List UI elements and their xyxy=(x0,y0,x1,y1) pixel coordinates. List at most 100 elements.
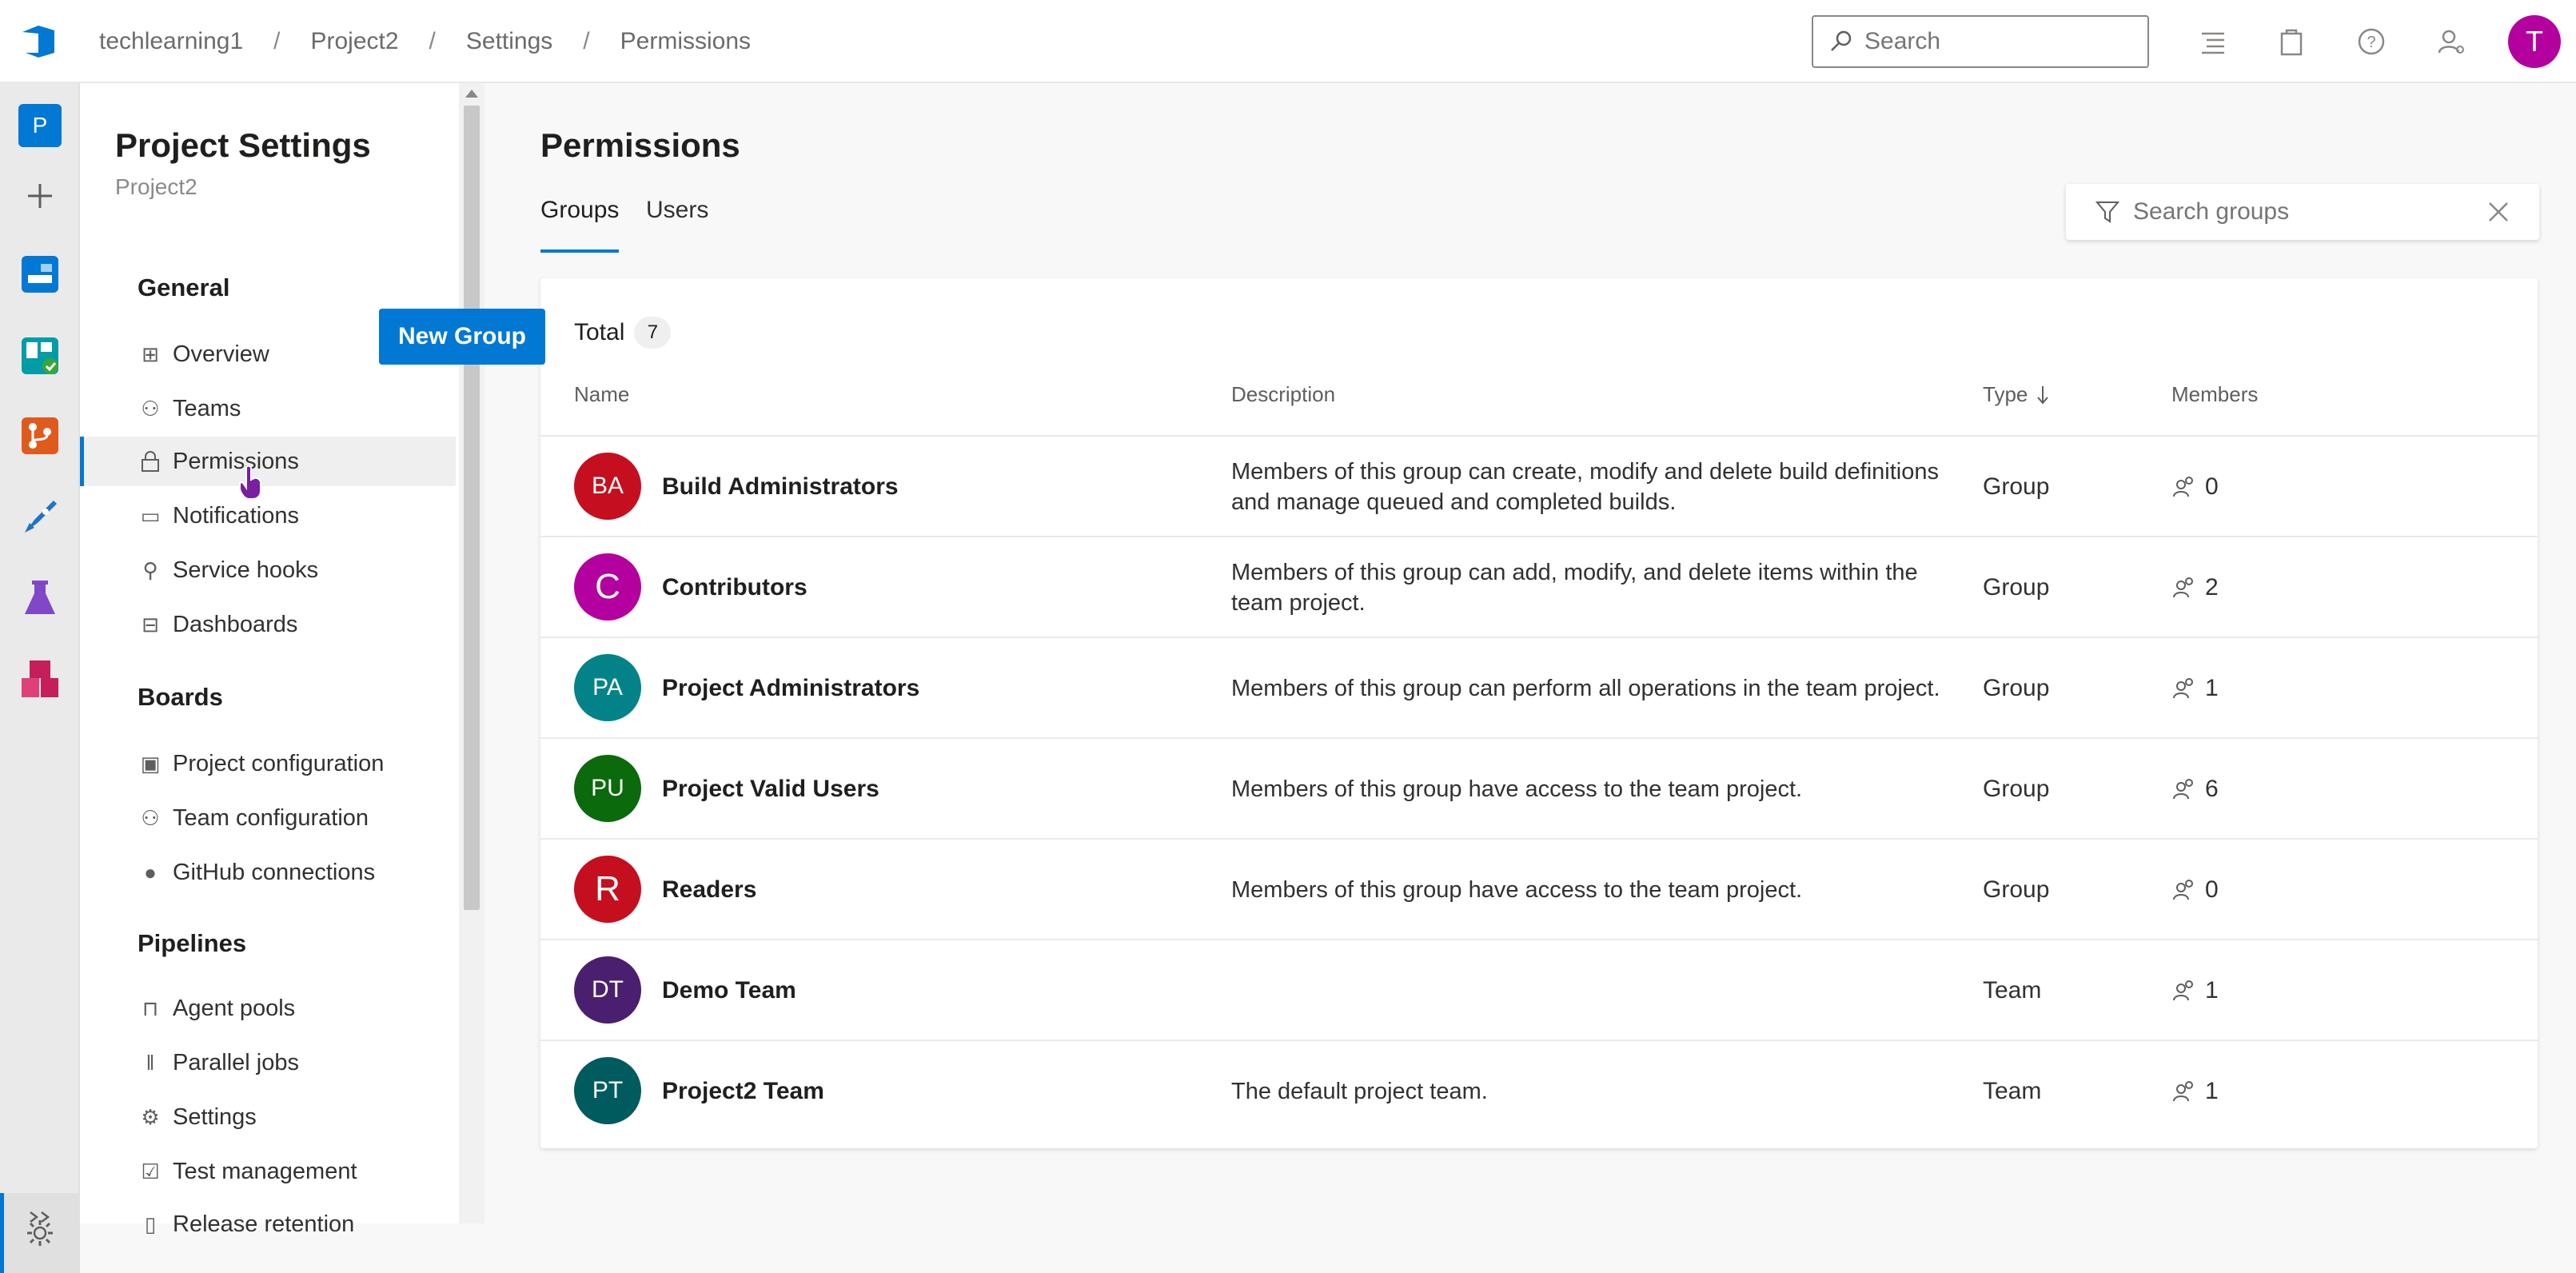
sidebar-item-label: Service hooks xyxy=(173,557,319,583)
members-icon xyxy=(2173,880,2193,900)
expand-chevron-icon[interactable] xyxy=(27,1211,53,1223)
agent-pools-icon: ⊓ xyxy=(142,996,159,1020)
new-group-button[interactable]: New Group xyxy=(379,309,545,365)
sidebar-item-label: Teams xyxy=(173,395,241,421)
members-icon xyxy=(2173,477,2193,497)
group-name[interactable]: Project Administrators xyxy=(662,638,919,739)
add-icon[interactable] xyxy=(18,174,62,217)
group-description xyxy=(1231,940,1951,1041)
sidebar-item-label: Settings xyxy=(173,1103,257,1130)
project-settings-rail-item[interactable] xyxy=(0,1193,80,1273)
main-content: Permissions Groups Users Search groups T… xyxy=(239,83,2576,1223)
group-members: 1 xyxy=(2171,940,2219,1041)
boards-icon[interactable] xyxy=(18,334,62,377)
members-count: 1 xyxy=(2205,1078,2219,1104)
group-name[interactable]: Build Administrators xyxy=(662,437,899,537)
search-box[interactable]: Search xyxy=(1812,15,2149,68)
close-icon[interactable] xyxy=(2486,200,2510,224)
test-plans-icon[interactable] xyxy=(18,577,62,621)
breadcrumb-organization[interactable]: techlearning1 xyxy=(99,28,243,55)
repos-icon[interactable] xyxy=(18,414,62,457)
members-count: 1 xyxy=(2205,675,2219,701)
total-label: Total xyxy=(574,319,625,345)
section-boards: Boards xyxy=(138,683,223,711)
filter-icon xyxy=(2095,202,2120,223)
group-avatar: DT xyxy=(574,956,641,1024)
user-settings-icon[interactable] xyxy=(2435,26,2467,58)
scroll-up-arrow-icon[interactable] xyxy=(465,90,478,98)
table-row[interactable]: PU Project Valid Users Members of this gro… xyxy=(540,737,2538,838)
table-row[interactable]: C Contributors Members of this group can a… xyxy=(540,536,2538,636)
total-count: Total 7 xyxy=(574,317,672,349)
gear-icon: ⚙ xyxy=(141,1104,160,1129)
left-nav-rail: P xyxy=(0,83,80,1273)
table-row[interactable]: DT Demo Team Team 1 xyxy=(540,939,2538,1040)
group-members: 0 xyxy=(2171,437,2219,537)
sort-descending-icon xyxy=(2037,385,2049,405)
section-general: General xyxy=(138,273,230,301)
tab-users[interactable]: Users xyxy=(646,197,708,253)
sidebar-subtitle: Project2 xyxy=(115,174,197,199)
group-name[interactable]: Demo Team xyxy=(662,940,796,1041)
members-icon xyxy=(2173,577,2193,598)
group-description: Members of this group have access to the… xyxy=(1231,877,1803,903)
table-row[interactable]: PT Project2 Team The default project team.… xyxy=(540,1040,2538,1140)
service-hooks-icon: ⚲ xyxy=(142,557,158,582)
column-header-name[interactable]: Name xyxy=(574,382,629,407)
group-description: Members of this group can create, modify… xyxy=(1231,459,1939,515)
top-bar: techlearning1 / Project2 / Settings / Pe… xyxy=(0,0,2576,83)
group-avatar: PA xyxy=(574,654,641,721)
breadcrumb-settings[interactable]: Settings xyxy=(466,28,552,55)
groups-table-card: Total 7 New Group Name Description Type … xyxy=(379,278,2538,1148)
breadcrumb-project[interactable]: Project2 xyxy=(310,28,398,55)
group-type: Team xyxy=(1983,977,2042,1004)
scrollbar-thumb[interactable] xyxy=(464,106,480,910)
sidebar-item-permissions[interactable]: Permissions xyxy=(80,437,456,486)
column-header-members[interactable]: Members xyxy=(2171,382,2258,407)
breadcrumb-permissions[interactable]: Permissions xyxy=(620,28,751,55)
total-count-badge: 7 xyxy=(634,317,672,349)
sidebar-item-label: Project configuration xyxy=(173,750,385,776)
help-icon[interactable]: ? xyxy=(2355,26,2387,58)
group-name[interactable]: Readers xyxy=(662,840,756,940)
overview-icon[interactable] xyxy=(18,253,62,296)
notification-icon: ▭ xyxy=(140,503,161,528)
group-description: Members of this group can add, modify, a… xyxy=(1231,560,1918,616)
members-count: 0 xyxy=(2205,876,2219,903)
members-count: 2 xyxy=(2205,574,2219,601)
column-header-description[interactable]: Description xyxy=(1231,382,1335,407)
group-name[interactable]: Contributors xyxy=(662,537,807,638)
section-pipelines: Pipelines xyxy=(138,929,247,957)
table-row[interactable]: R Readers Members of this group have acces… xyxy=(540,838,2538,939)
group-members: 2 xyxy=(2171,537,2219,638)
group-name[interactable]: Project2 Team xyxy=(662,1041,824,1142)
sidebar-item-label: Overview xyxy=(173,341,269,367)
members-icon xyxy=(2173,1081,2193,1102)
table-row[interactable]: BA Build Administrators Members of this gr… xyxy=(540,435,2538,536)
task-list-icon[interactable] xyxy=(2197,26,2229,58)
project-config-icon: ▣ xyxy=(140,751,161,776)
search-groups-filter[interactable]: Search groups xyxy=(2066,184,2539,240)
marketplace-bag-icon[interactable] xyxy=(2275,26,2307,58)
members-count: 6 xyxy=(2205,776,2219,802)
test-management-icon: ☑ xyxy=(141,1159,160,1183)
group-name[interactable]: Project Valid Users xyxy=(662,739,879,840)
column-header-type[interactable]: Type xyxy=(1983,382,2050,407)
project-badge-icon[interactable]: P xyxy=(18,104,62,147)
sidebar-item-label: Release retention xyxy=(173,1211,355,1237)
dashboards-icon: ⊟ xyxy=(142,612,159,636)
parallel-jobs-icon: ‖ xyxy=(146,1050,155,1075)
table-row[interactable]: PA Project Administrators Members of this … xyxy=(540,636,2538,737)
azure-devops-logo-icon[interactable] xyxy=(19,22,61,61)
sidebar-title: Project Settings xyxy=(115,126,371,164)
group-members: 6 xyxy=(2171,739,2219,840)
sidebar-item-label: Agent pools xyxy=(173,995,296,1021)
artifacts-icon[interactable] xyxy=(18,657,62,700)
sidebar-scrollbar[interactable] xyxy=(459,83,484,1223)
user-avatar[interactable]: T xyxy=(2508,15,2561,68)
search-icon xyxy=(1831,30,1852,51)
sidebar-item-label: Dashboards xyxy=(173,611,298,637)
pipelines-icon[interactable] xyxy=(18,496,62,539)
members-count: 1 xyxy=(2205,977,2219,1004)
tab-groups[interactable]: Groups xyxy=(540,197,620,253)
